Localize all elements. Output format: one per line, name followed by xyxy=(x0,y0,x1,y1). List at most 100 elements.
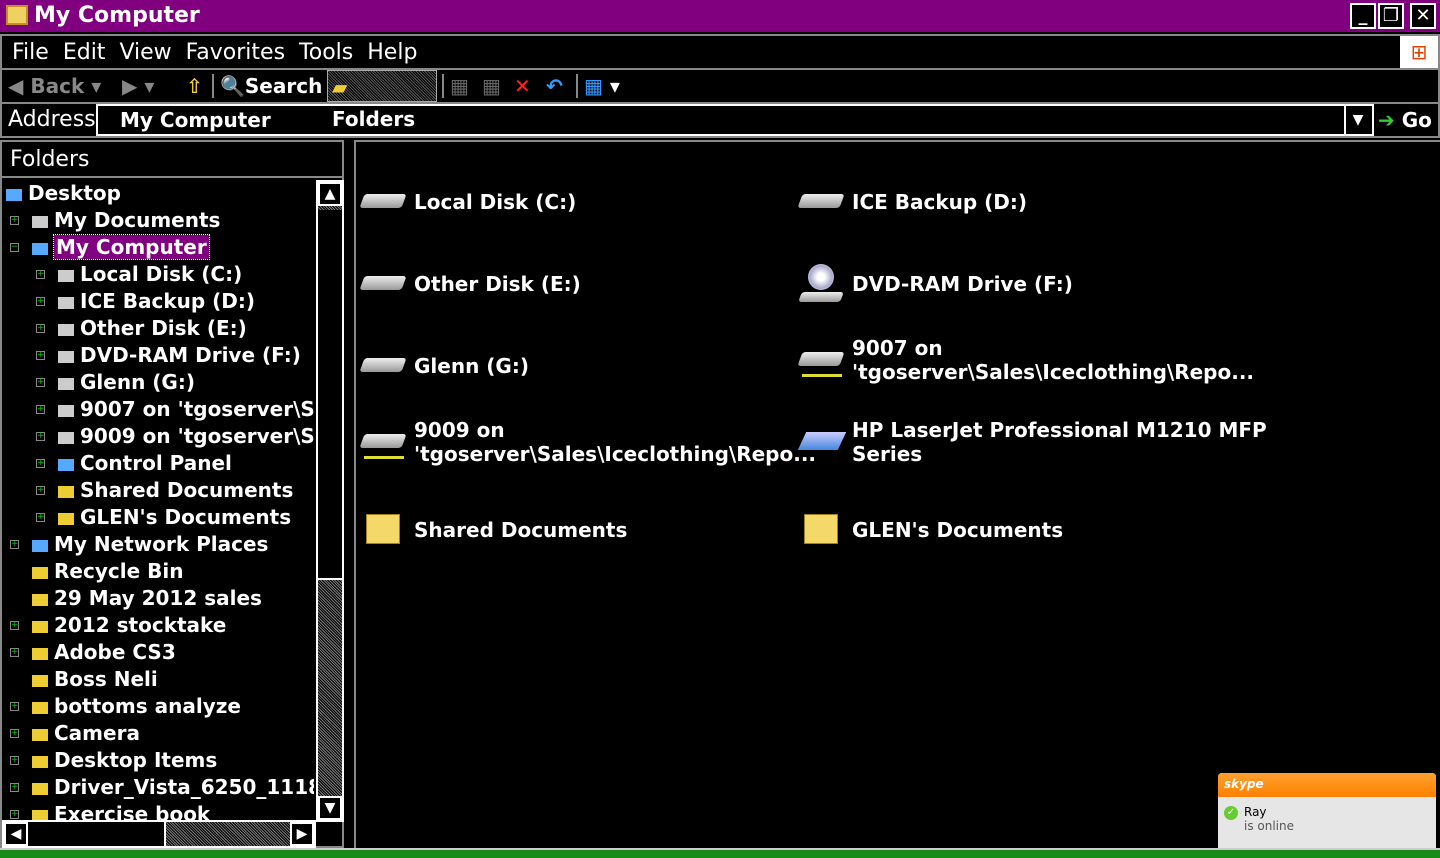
tree-item[interactable]: Control Panel xyxy=(58,450,232,477)
item-label: HP LaserJet Professional M1210 MFP xyxy=(852,418,1267,442)
taskbar xyxy=(0,848,1440,858)
scroll-thumb[interactable] xyxy=(318,210,342,580)
tree-item[interactable]: GLEN's Documents xyxy=(58,504,291,531)
tree-item[interactable]: Desktop Items xyxy=(32,747,217,774)
expand-icon[interactable]: + xyxy=(36,459,45,468)
tree-item-label: ICE Backup (D:) xyxy=(80,289,256,313)
tree-item[interactable]: Exercise book xyxy=(32,801,210,820)
menu-view[interactable]: View xyxy=(119,40,171,65)
tree-item[interactable]: 9009 on 'tgoserver\Sales\Iceclothing\Rep… xyxy=(58,423,314,450)
menu-favorites[interactable]: Favorites xyxy=(186,40,285,65)
close-button[interactable]: ✕ xyxy=(1410,3,1436,29)
expand-icon[interactable]: + xyxy=(36,351,45,360)
tree-item[interactable]: Other Disk (E:) xyxy=(58,315,247,342)
scroll-right-button[interactable]: ▶ xyxy=(290,822,314,846)
drive-item[interactable]: 9007 on'tgoserver\Sales\Iceclothing\Repo… xyxy=(797,336,1254,384)
hscroll-thumb[interactable] xyxy=(28,822,166,846)
expand-icon[interactable]: + xyxy=(10,729,19,738)
folder-icon xyxy=(360,510,406,550)
go-button[interactable]: ➔ Go xyxy=(1378,104,1432,136)
menu-help[interactable]: Help xyxy=(367,40,417,65)
expand-icon[interactable]: + xyxy=(36,432,45,441)
drive-icon xyxy=(797,182,845,222)
expand-icon[interactable]: + xyxy=(10,810,19,819)
views-button[interactable]: ▦ ▾ xyxy=(584,70,620,102)
tree-item[interactable]: Recycle Bin xyxy=(32,558,183,585)
address-dropdown-button[interactable]: ▼ xyxy=(1344,106,1370,134)
tree-item[interactable]: Camera xyxy=(32,720,140,747)
drive-item[interactable]: Glenn (G:) xyxy=(359,346,529,386)
scroll-up-button[interactable]: ▲ xyxy=(318,182,342,206)
scroll-left-button[interactable]: ◀ xyxy=(4,822,28,846)
drive-item[interactable]: ICE Backup (D:) xyxy=(797,182,1027,222)
expand-icon[interactable]: + xyxy=(10,702,19,711)
tree-item[interactable]: 9007 on 'tgoserver\Sales\Iceclothing\Rep… xyxy=(58,396,314,423)
tree-item[interactable]: Desktop xyxy=(6,180,121,207)
drive-item[interactable]: HP LaserJet Professional M1210 MFP Series xyxy=(797,418,1267,466)
tree-item[interactable]: My Documents xyxy=(32,207,220,234)
back-label: Back xyxy=(30,74,85,98)
skype-logo: skype xyxy=(1218,773,1436,797)
tree-item[interactable]: bottoms analyze xyxy=(32,693,241,720)
menu-tools[interactable]: Tools xyxy=(299,40,353,65)
collapse-icon[interactable]: − xyxy=(10,243,19,252)
tree-item[interactable]: Adobe CS3 xyxy=(32,639,176,666)
back-button[interactable]: ◀ Back ▾ xyxy=(8,70,101,102)
tree-item-label: Control Panel xyxy=(80,451,232,475)
tree-item[interactable]: Driver_Vista_6250_11182 xyxy=(32,774,314,801)
move-to-icon[interactable]: ▦ xyxy=(450,70,469,102)
tree-item[interactable]: Local Disk (C:) xyxy=(58,261,242,288)
drive-item[interactable]: Other Disk (E:) xyxy=(359,264,581,304)
expand-icon[interactable]: + xyxy=(10,216,19,225)
toolbar: ◀ Back ▾ ▶ ▾ ⇧ 🔍Search ▰ Folders ▦ ▦ ✕ ↶… xyxy=(0,70,1440,131)
undo-icon[interactable]: ↶ xyxy=(546,70,563,102)
address-input[interactable]: My Computer ▼ xyxy=(96,104,1374,136)
expand-icon[interactable]: + xyxy=(36,378,45,387)
minimize-button[interactable]: _ xyxy=(1350,3,1376,29)
drive-item[interactable]: DVD-RAM Drive (F:) xyxy=(798,264,1073,304)
vertical-scrollbar[interactable]: ▲ ▼ xyxy=(316,180,344,822)
tree-item[interactable]: Boss Neli xyxy=(32,666,158,693)
drive-item[interactable]: GLEN's Documents xyxy=(798,510,1063,550)
tree-item[interactable]: ICE Backup (D:) xyxy=(58,288,255,315)
drive-item[interactable]: Shared Documents xyxy=(360,510,627,550)
folder-icon xyxy=(32,620,48,633)
expand-icon[interactable]: + xyxy=(36,486,45,495)
expand-icon[interactable]: + xyxy=(36,324,45,333)
tree-item[interactable]: Glenn (G:) xyxy=(58,369,195,396)
scroll-down-button[interactable]: ▼ xyxy=(318,796,342,820)
forward-button[interactable]: ▶ ▾ xyxy=(122,70,154,102)
search-button[interactable]: 🔍Search xyxy=(220,70,322,102)
drive-item[interactable]: 9009 on'tgoserver\Sales\Iceclothing\Repo… xyxy=(359,418,816,466)
drive-item[interactable]: Local Disk (C:) xyxy=(359,182,576,222)
menu-file[interactable]: File xyxy=(12,40,49,65)
up-folder-icon[interactable]: ⇧ xyxy=(186,70,203,102)
folders-button[interactable]: ▰ Folders xyxy=(327,70,437,131)
delete-icon[interactable]: ✕ xyxy=(514,70,531,102)
tree-item-label: My Computer xyxy=(53,234,210,260)
expand-icon[interactable]: + xyxy=(10,756,19,765)
expand-icon[interactable]: + xyxy=(10,648,19,657)
item-icon xyxy=(58,404,74,417)
tree-item[interactable]: DVD-RAM Drive (F:) xyxy=(58,342,301,369)
tree-item[interactable]: 29 May 2012 sales xyxy=(32,585,262,612)
expand-icon[interactable]: + xyxy=(36,297,45,306)
expand-icon[interactable]: + xyxy=(36,270,45,279)
skype-notification[interactable]: skype ✓ Ray is online xyxy=(1218,773,1436,848)
menu-edit[interactable]: Edit xyxy=(63,40,106,65)
expand-icon[interactable]: + xyxy=(10,540,19,549)
restore-button[interactable]: ❐ xyxy=(1378,3,1404,29)
tree-item[interactable]: Shared Documents xyxy=(58,477,293,504)
expand-icon[interactable]: + xyxy=(36,405,45,414)
tree-item[interactable]: 2012 stocktake xyxy=(32,612,226,639)
tree-item-label: 29 May 2012 sales xyxy=(54,586,262,610)
tree-item[interactable]: My Computer xyxy=(32,234,210,261)
expand-icon[interactable]: + xyxy=(36,513,45,522)
item-icon xyxy=(32,539,48,552)
go-arrow-icon: ➔ xyxy=(1378,108,1395,132)
horizontal-scrollbar[interactable]: ◀ ▶ xyxy=(2,820,316,848)
copy-to-icon[interactable]: ▦ xyxy=(482,70,501,102)
expand-icon[interactable]: + xyxy=(10,783,19,792)
tree-item[interactable]: My Network Places xyxy=(32,531,268,558)
expand-icon[interactable]: + xyxy=(10,621,19,630)
